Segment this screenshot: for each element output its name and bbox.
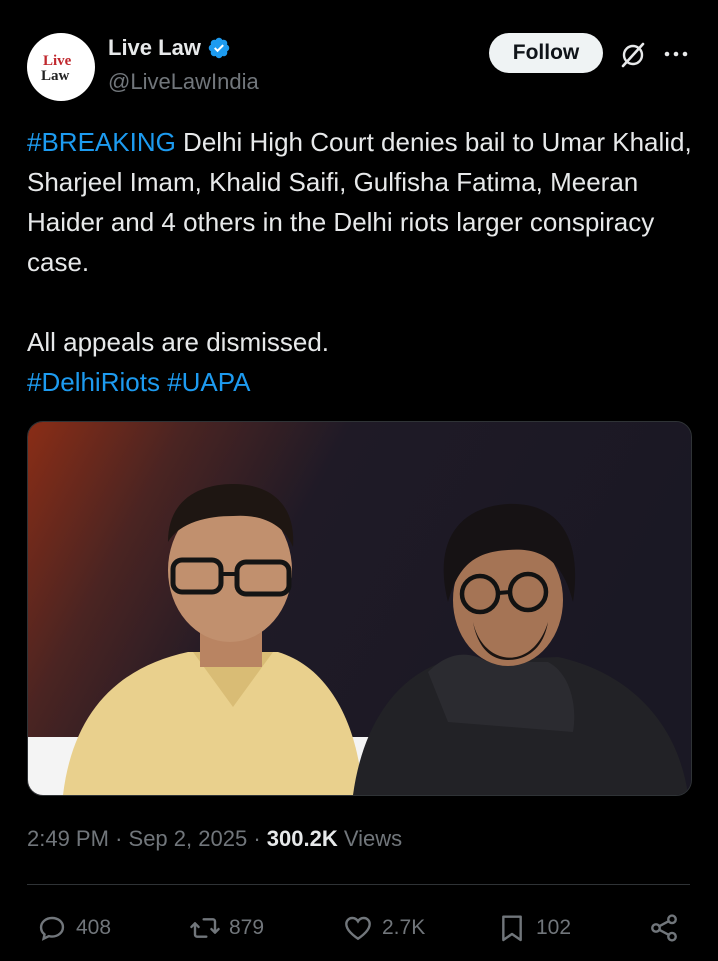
repost-count: 879 [229, 916, 265, 939]
tweet-paragraph-2: All appeals are dismissed. [27, 327, 330, 357]
hashtag-breaking[interactable]: #BREAKING [27, 127, 176, 157]
more-icon[interactable] [662, 44, 690, 64]
action-bar: 408 879 2.7K 102 [0, 904, 718, 948]
views-label: Views [343, 826, 403, 851]
handle[interactable]: @LiveLawIndia [108, 69, 259, 95]
tweet-time[interactable]: 2:49 PM [27, 826, 109, 851]
tweet-hashtags: #DelhiRiots #UAPA [27, 362, 697, 402]
repost-icon [190, 918, 220, 938]
grok-icon[interactable] [619, 41, 647, 69]
reply-icon [39, 916, 65, 941]
tweet-date[interactable]: Sep 2, 2025 [129, 826, 248, 851]
tweet-text: #BREAKING Delhi High Court denies bail t… [27, 122, 697, 402]
share-button[interactable] [648, 912, 680, 944]
like-count: 2.7K [382, 916, 426, 939]
views-count: 300.2K [266, 826, 338, 851]
bookmark-count: 102 [536, 916, 572, 939]
tweet-paragraph-1: #BREAKING Delhi High Court denies bail t… [27, 122, 697, 282]
livelaw-logo: Live Law [41, 53, 72, 84]
repost-button[interactable]: 879 [189, 912, 264, 944]
avatar[interactable]: Live Law [27, 33, 95, 101]
divider [27, 884, 690, 885]
reply-count: 408 [76, 916, 112, 939]
svg-text:Live: Live [43, 53, 72, 69]
display-name[interactable]: Live Law [108, 35, 201, 61]
like-button[interactable]: 2.7K [342, 912, 425, 944]
meta-separator: · [115, 826, 123, 851]
bookmark-button[interactable]: 102 [496, 912, 571, 944]
hashtag-delhiriots[interactable]: #DelhiRiots [27, 367, 160, 397]
follow-button[interactable]: Follow [489, 33, 603, 73]
tweet-image[interactable] [27, 421, 692, 796]
author-name-row: Live Law [108, 35, 231, 61]
verified-badge-icon[interactable] [207, 36, 231, 60]
bookmark-icon [502, 915, 522, 942]
svg-text:Law: Law [41, 68, 70, 84]
tweet-meta: 2:49 PM · Sep 2, 2025 · 300.2K Views [27, 826, 402, 852]
hashtag-uapa[interactable]: #UAPA [167, 367, 250, 397]
photo-two-men [28, 422, 691, 795]
reply-button[interactable]: 408 [36, 912, 111, 944]
share-icon [651, 914, 677, 942]
heart-icon [345, 916, 371, 941]
meta-separator: · [253, 826, 261, 851]
